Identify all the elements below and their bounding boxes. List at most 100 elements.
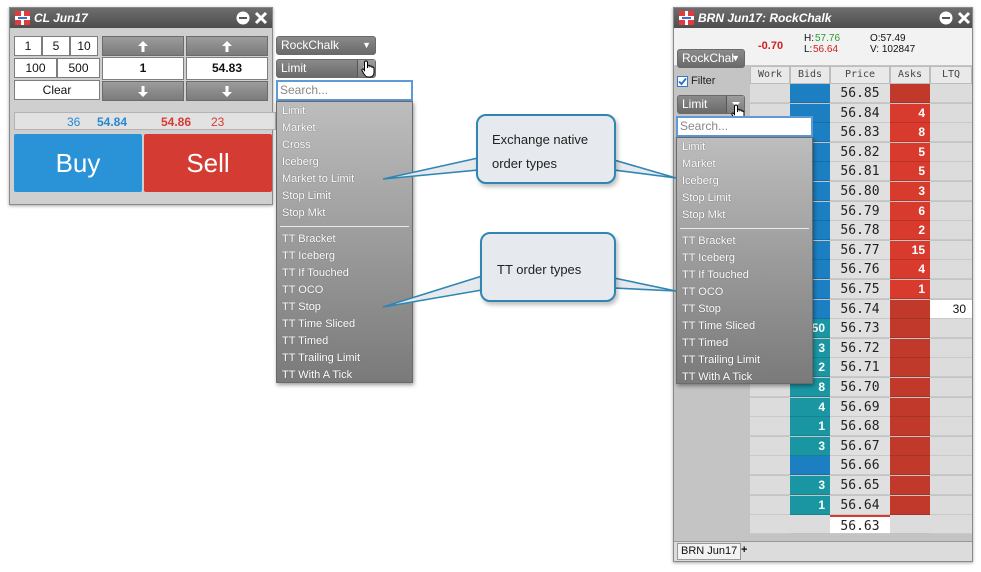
- ask-cell[interactable]: 3: [890, 182, 930, 201]
- tt-order-type-item[interactable]: TT If Touched: [282, 267, 349, 279]
- tt-order-type-item[interactable]: TT With A Tick: [282, 369, 352, 381]
- ask-cell[interactable]: [890, 319, 930, 338]
- ladder-order-type-search[interactable]: Search...: [676, 116, 813, 137]
- qty-button-5[interactable]: 5: [42, 36, 70, 56]
- price-down-button[interactable]: [186, 81, 268, 101]
- bid-cell[interactable]: 1: [790, 417, 830, 436]
- tt-order-type-item[interactable]: TT Iceberg: [282, 250, 335, 262]
- work-cell[interactable]: [750, 496, 790, 515]
- ask-cell[interactable]: [890, 417, 930, 436]
- tt-order-type-item[interactable]: TT Stop: [682, 303, 721, 315]
- tt-order-type-item[interactable]: TT With A Tick: [682, 371, 752, 383]
- tt-order-type-item[interactable]: TT Bracket: [282, 233, 336, 245]
- close-icon[interactable]: [957, 11, 971, 25]
- order-type-item[interactable]: Iceberg: [282, 156, 319, 168]
- ask-cell[interactable]: 1: [890, 280, 930, 299]
- bid-cell[interactable]: 1: [790, 496, 830, 515]
- qty-button-500[interactable]: 500: [57, 58, 100, 78]
- bid-cell[interactable]: [790, 84, 830, 103]
- work-cell[interactable]: [750, 417, 790, 436]
- work-cell[interactable]: [750, 84, 790, 103]
- work-cell[interactable]: [750, 398, 790, 417]
- ladder-titlebar[interactable]: BRN Jun17: RockChalk: [674, 8, 972, 28]
- instrument-tab[interactable]: BRN Jun17: [677, 543, 742, 560]
- order-type-item[interactable]: Stop Limit: [682, 192, 731, 204]
- ask-cell[interactable]: [890, 437, 930, 456]
- ticket-titlebar[interactable]: CL Jun17: [10, 8, 272, 28]
- tt-order-type-item[interactable]: TT Time Sliced: [682, 320, 755, 332]
- order-type-item[interactable]: Market: [282, 122, 316, 134]
- order-type-item[interactable]: Stop Limit: [282, 190, 331, 202]
- ask-cell[interactable]: 4: [890, 260, 930, 279]
- ask-cell[interactable]: [890, 496, 930, 515]
- order-type-item[interactable]: Stop Mkt: [682, 209, 725, 221]
- ask-cell[interactable]: [890, 476, 930, 495]
- tt-order-type-item[interactable]: TT Time Sliced: [282, 318, 355, 330]
- ask-cell[interactable]: [890, 300, 930, 319]
- bid-cell[interactable]: 3: [790, 476, 830, 495]
- ask-cell[interactable]: 4: [890, 104, 930, 123]
- ask-cell[interactable]: [890, 398, 930, 417]
- tt-order-type-item[interactable]: TT Timed: [282, 335, 328, 347]
- tt-order-type-item[interactable]: TT Iceberg: [682, 252, 735, 264]
- ask-cell[interactable]: 5: [890, 143, 930, 162]
- minimize-icon[interactable]: [939, 11, 953, 25]
- close-icon[interactable]: [254, 11, 268, 25]
- tt-order-type-item[interactable]: TT Bracket: [682, 235, 736, 247]
- clear-button[interactable]: Clear: [14, 80, 100, 100]
- qty-button-1[interactable]: 1: [14, 36, 42, 56]
- qty-button-10[interactable]: 10: [70, 36, 98, 56]
- ticket-order-type-search[interactable]: Search...: [276, 80, 413, 101]
- tt-order-type-item[interactable]: TT Trailing Limit: [282, 352, 360, 364]
- order-type-item[interactable]: Stop Mkt: [282, 207, 325, 219]
- bid-cell[interactable]: 4: [790, 398, 830, 417]
- work-cell[interactable]: [750, 515, 790, 534]
- bid-cell[interactable]: [790, 515, 830, 534]
- tt-order-type-item[interactable]: TT OCO: [682, 286, 723, 298]
- quantity-field[interactable]: 1: [102, 57, 184, 80]
- tt-order-type-item[interactable]: TT Trailing Limit: [682, 354, 760, 366]
- minimize-icon[interactable]: [236, 11, 250, 25]
- price-up-button[interactable]: [186, 36, 268, 56]
- column-header-work[interactable]: Work: [750, 66, 790, 84]
- sell-button[interactable]: Sell: [144, 134, 272, 192]
- ask-cell[interactable]: [890, 358, 930, 377]
- ask-cell[interactable]: 5: [890, 162, 930, 181]
- ask-cell[interactable]: 2: [890, 221, 930, 240]
- ticket-account-select[interactable]: RockChalk ▼: [276, 36, 376, 55]
- bid-cell[interactable]: 3: [790, 437, 830, 456]
- work-cell[interactable]: [750, 476, 790, 495]
- order-type-item[interactable]: Market: [682, 158, 716, 170]
- column-header-ltq[interactable]: LTQ: [930, 66, 972, 84]
- work-cell[interactable]: [750, 456, 790, 475]
- tt-order-type-item[interactable]: TT Timed: [682, 337, 728, 349]
- ask-cell[interactable]: 8: [890, 123, 930, 142]
- column-header-price[interactable]: Price: [830, 66, 890, 84]
- order-type-item[interactable]: Limit: [282, 105, 305, 117]
- ladder-account-select[interactable]: RockChal ▼: [677, 49, 745, 68]
- price-field[interactable]: 54.83: [186, 57, 268, 80]
- qty-button-100[interactable]: 100: [14, 58, 57, 78]
- ask-cell[interactable]: [890, 378, 930, 397]
- ask-cell[interactable]: [890, 339, 930, 358]
- quantity-down-button[interactable]: [102, 81, 184, 101]
- filter-checkbox[interactable]: [677, 76, 688, 87]
- ask-cell[interactable]: 15: [890, 241, 930, 260]
- buy-button[interactable]: Buy: [14, 134, 142, 192]
- order-type-item[interactable]: Iceberg: [682, 175, 719, 187]
- ask-cell[interactable]: [890, 456, 930, 475]
- order-type-item[interactable]: Limit: [682, 141, 705, 153]
- column-header-bids[interactable]: Bids: [790, 66, 830, 84]
- tt-order-type-item[interactable]: TT OCO: [282, 284, 323, 296]
- column-header-asks[interactable]: Asks: [890, 66, 930, 84]
- ask-cell[interactable]: [890, 84, 930, 103]
- tt-order-type-item[interactable]: TT If Touched: [682, 269, 749, 281]
- work-cell[interactable]: [750, 437, 790, 456]
- bid-cell[interactable]: [790, 456, 830, 475]
- add-tab-button[interactable]: +: [738, 543, 750, 560]
- order-type-item[interactable]: Cross: [282, 139, 311, 151]
- tt-order-type-item[interactable]: TT Stop: [282, 301, 321, 313]
- ask-cell[interactable]: [890, 515, 930, 534]
- quantity-up-button[interactable]: [102, 36, 184, 56]
- order-type-item[interactable]: Market to Limit: [282, 173, 354, 185]
